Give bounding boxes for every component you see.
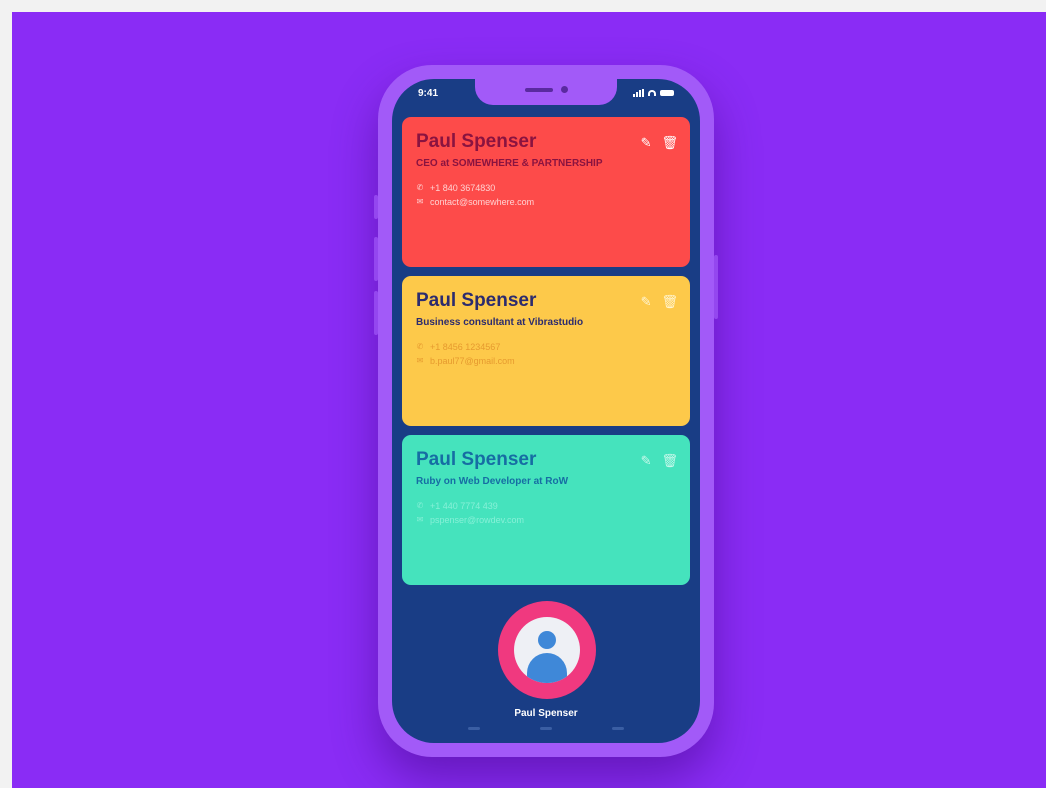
trash-icon[interactable]: 🗑	[661, 453, 678, 469]
card-role: Business consultant at Vibrastudio	[416, 317, 584, 328]
card-contact: ✆ +1 440 7774 439 ✉ pspenser@rowdev.com	[416, 499, 676, 527]
pencil-icon[interactable]: ✎	[641, 453, 652, 469]
front-camera	[561, 86, 568, 93]
profile-avatar-button[interactable]	[498, 601, 596, 699]
card-name: Paul Spenser	[416, 131, 537, 152]
mute-switch	[374, 195, 378, 219]
card-phone: +1 8456 1234567	[430, 342, 501, 352]
email-icon: ✉	[416, 197, 424, 206]
card-phone: +1 440 7774 439	[430, 501, 498, 511]
card-actions: ✎ 🗑	[641, 453, 678, 469]
nav-indicator[interactable]	[468, 727, 480, 730]
contact-card[interactable]: Paul Spenser Ruby on Web Developer at Ro…	[402, 435, 690, 585]
power-button	[714, 255, 718, 319]
notch	[475, 79, 617, 105]
email-icon: ✉	[416, 356, 424, 365]
profile-name: Paul Spenser	[514, 708, 578, 719]
card-actions: ✎ 🗑	[641, 135, 678, 151]
pencil-icon[interactable]: ✎	[641, 294, 652, 310]
avatar-body	[527, 653, 567, 683]
card-contact: ✆ +1 8456 1234567 ✉ b.paul77@gmail.com	[416, 340, 676, 368]
phone-icon: ✆	[416, 501, 424, 510]
phone-icon: ✆	[416, 342, 424, 351]
signal-icon	[633, 89, 644, 97]
trash-icon[interactable]: 🗑	[661, 135, 678, 151]
card-role: Ruby on Web Developer at RoW	[416, 476, 569, 487]
trash-icon[interactable]: 🗑	[661, 294, 678, 310]
contact-card[interactable]: Paul Spenser CEO at SOMEWHERE & PARTNERS…	[402, 117, 690, 267]
avatar	[514, 617, 580, 683]
battery-icon	[660, 90, 674, 96]
bottom-nav	[392, 727, 700, 730]
nav-indicator[interactable]	[612, 727, 624, 730]
wifi-icon	[648, 90, 656, 96]
card-name: Paul Spenser	[416, 290, 537, 311]
card-name: Paul Spenser	[416, 449, 537, 470]
phone-icon: ✆	[416, 183, 424, 192]
contact-card[interactable]: Paul Spenser Business consultant at Vibr…	[402, 276, 690, 426]
email-icon: ✉	[416, 515, 424, 524]
avatar-head	[538, 631, 556, 649]
card-email: pspenser@rowdev.com	[430, 515, 525, 525]
card-phone: +1 840 3674830	[430, 183, 496, 193]
background: 9:41 Paul Spenser CEO at SOMEWHERE & PAR…	[12, 12, 1046, 788]
volume-down-button	[374, 291, 378, 335]
pencil-icon[interactable]: ✎	[641, 135, 652, 151]
phone-mockup: 9:41 Paul Spenser CEO at SOMEWHERE & PAR…	[374, 65, 718, 757]
phone-screen: 9:41 Paul Spenser CEO at SOMEWHERE & PAR…	[392, 79, 700, 743]
card-email: b.paul77@gmail.com	[430, 356, 515, 366]
speaker-grille	[525, 88, 553, 92]
status-icons	[633, 89, 674, 97]
status-time: 9:41	[418, 88, 439, 99]
card-role: CEO at SOMEWHERE & PARTNERSHIP	[416, 158, 603, 169]
card-contact: ✆ +1 840 3674830 ✉ contact@somewhere.com	[416, 181, 676, 209]
card-email: contact@somewhere.com	[430, 197, 535, 207]
card-actions: ✎ 🗑	[641, 294, 678, 310]
nav-indicator[interactable]	[540, 727, 552, 730]
volume-up-button	[374, 237, 378, 281]
